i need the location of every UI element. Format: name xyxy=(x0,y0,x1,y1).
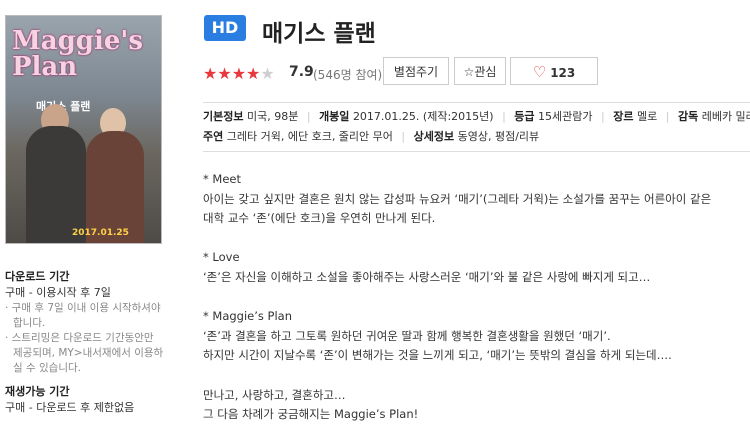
heart-icon: ♡ xyxy=(532,63,547,81)
divider: | xyxy=(665,110,670,123)
synopsis-line: ‘존’과 결혼을 하고 그토록 원하던 귀여운 딸과 함께 행복한 결혼생활을 … xyxy=(203,328,611,343)
info-row-1: 기본정보 미국, 98분 | 개봉일 2017.01.25. (제작:2015년… xyxy=(203,107,750,127)
divider: | xyxy=(601,110,605,123)
info-row-2: 주연 그레타 거윅, 에단 호크, 줄리안 무어 | 상세정보 동영상, 평점/… xyxy=(203,127,750,147)
star-empty-icon: ★ xyxy=(260,64,275,83)
playback-period-line: 구매 - 다운로드 후 제한없음 xyxy=(5,401,135,414)
synopsis-line: 하지만 시간이 지날수록 ‘존’이 변해가는 것을 느끼게 되고, ‘매기’는 … xyxy=(203,348,672,363)
divider: | xyxy=(401,130,406,143)
download-note: · 스트리밍은 다운로드 기간동안만 제공되며, MY>내서재에서 이용하실 수… xyxy=(5,332,164,374)
release-value: 2017.01.25. (제작:2015년) xyxy=(352,110,494,123)
synopsis-line: 아이는 갖고 싶지만 결혼은 원치 않는 갑성파 뉴요커 ‘매기’(그레타 거윅… xyxy=(203,191,712,206)
poster-figure-man xyxy=(26,126,86,243)
download-note: · 구매 후 7일 이내 이용 시작하셔야 합니다. xyxy=(5,302,161,329)
star-icon: ★ xyxy=(246,64,261,83)
synopsis-line: * Love xyxy=(203,250,240,265)
divider: | xyxy=(306,110,311,123)
poster-figure-woman xyxy=(86,131,144,243)
detail-value[interactable]: 동영상, 평점/리뷰 xyxy=(458,130,540,143)
synopsis: * Meet 아이는 갖고 싶지만 결혼은 원치 않는 갑성파 뉴요커 ‘매기’… xyxy=(203,170,743,425)
hd-badge: HD xyxy=(204,15,246,41)
synopsis-line: * Meet xyxy=(203,172,241,186)
detail-label: 상세정보 xyxy=(413,130,455,143)
grade-value: 15세관람가 xyxy=(538,110,593,123)
synopsis-line: ‘존’은 자신을 이해하고 소설을 좋아해주는 사랑스러운 ‘매기’와 불 같은… xyxy=(203,269,651,284)
interest-button[interactable]: ☆관심 xyxy=(454,57,506,85)
synopsis-line xyxy=(203,229,743,249)
synopsis-line: 대학 교수 ‘존’(에단 호크)을 우연히 만나게 된다. xyxy=(203,211,436,226)
star-icon: ★ xyxy=(217,64,232,83)
like-button[interactable]: ♡ 123 xyxy=(510,57,598,85)
director-value[interactable]: 레베카 밀러 xyxy=(702,110,750,123)
movie-title: 매기스 플랜 xyxy=(262,21,376,47)
basic-info-value: 미국, 98분 xyxy=(246,110,299,123)
star-icon: ★ xyxy=(231,64,247,83)
playback-period: 재생가능 기간 구매 - 다운로드 후 제한없음 xyxy=(5,383,165,416)
star-icon: ★ xyxy=(203,64,218,83)
synopsis-line: 만나고, 사랑하고, 결혼하고… xyxy=(203,387,346,402)
synopsis-line: * Maggie’s Plan xyxy=(203,309,293,324)
rating-score: 7.9 xyxy=(289,64,314,80)
genre-value[interactable]: 멜로 xyxy=(637,110,657,123)
genre-label: 장르 xyxy=(613,110,634,123)
poster-title: Maggie's Plan xyxy=(12,26,144,82)
download-period-line: 구매 - 이용시작 후 7일 xyxy=(5,286,111,299)
grade-label: 등급 xyxy=(514,110,535,123)
download-period: 다운로드 기간 구매 - 이용시작 후 7일 · 구매 후 7일 이내 이용 시… xyxy=(5,268,165,376)
release-label: 개봉일 xyxy=(319,110,350,123)
basic-info-label: 기본정보 xyxy=(203,110,244,123)
download-period-title: 다운로드 기간 xyxy=(5,270,70,283)
synopsis-line xyxy=(203,288,743,308)
like-count: 123 xyxy=(550,66,576,80)
cast-label: 주연 xyxy=(203,130,224,143)
movie-poster[interactable]: Maggie's Plan 매기스 플랜 2017.01.25 xyxy=(5,15,162,244)
divider: | xyxy=(502,110,506,123)
playback-period-title: 재생가능 기간 xyxy=(5,385,70,398)
poster-date: 2017.01.25 xyxy=(72,228,129,238)
movie-info: 기본정보 미국, 98분 | 개봉일 2017.01.25. (제작:2015년… xyxy=(203,102,750,152)
synopsis-line xyxy=(203,366,743,386)
star-rating: ★★★★★ xyxy=(203,64,275,83)
director-label: 감독 xyxy=(677,110,699,123)
interest-button-label: 관심 xyxy=(474,65,497,79)
rating-participants: (546명 참여) xyxy=(313,68,383,82)
rate-button-label: 별점주기 xyxy=(393,65,439,79)
star-outline-icon: ☆ xyxy=(463,65,475,79)
cast-value[interactable]: 그레타 거윅, 에단 호크, 줄리안 무어 xyxy=(227,130,393,143)
rate-button[interactable]: 별점주기 xyxy=(383,57,449,85)
